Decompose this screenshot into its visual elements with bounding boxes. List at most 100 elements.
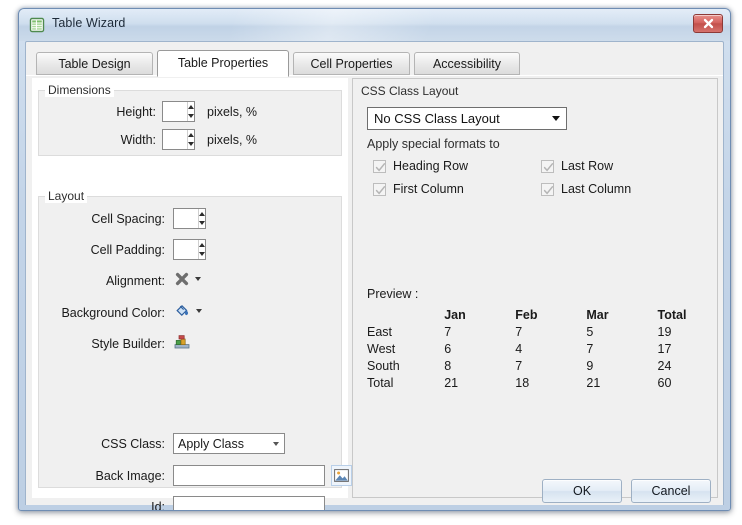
table-cell: Total [367,376,394,390]
height-stepper[interactable] [162,101,195,122]
checkbox-box [541,159,554,173]
height-stepper-buttons[interactable] [187,102,194,121]
chevron-up-icon [199,211,205,216]
back-image-input[interactable] [173,465,325,486]
chevron-down-icon [273,441,279,446]
ok-button[interactable]: OK [542,479,622,503]
table-document-icon [29,17,45,33]
table-cell: 21 [444,376,459,390]
tab-cell-properties[interactable]: Cell Properties [293,52,410,75]
width-increment-button[interactable] [188,130,194,140]
chevron-down-icon [188,114,194,119]
style-builder-icon [174,335,190,349]
chevron-up-icon [188,132,194,137]
checkmark-icon [375,185,386,195]
table-row: West 6 4 7 17 [367,341,717,358]
table-cell: 19 [657,325,672,339]
dimensions-group: Dimensions Height: pixels, % Width: pixe… [38,83,342,156]
checkbox-first-column[interactable]: First Column [373,182,464,196]
dimensions-group-label: Dimensions [45,83,114,97]
browse-back-image-button[interactable] [331,465,352,486]
checkbox-label: Last Row [561,159,614,173]
table-properties-left-pane: Dimensions Height: pixels, % Width: pixe… [32,78,352,510]
table-cell: 9 [586,359,594,373]
table-cell: 7 [515,325,523,339]
cell-padding-stepper[interactable] [173,239,206,260]
table-header-cell: Feb [515,308,538,322]
cell-padding-stepper-buttons[interactable] [198,240,205,259]
checkbox-box [541,182,554,196]
checkbox-label: Last Column [561,182,632,196]
checkbox-last-row[interactable]: Last Row [541,159,613,173]
desktop-background: Table Wizard Table Design Table Properti… [0,0,742,525]
cell-spacing-increment-button[interactable] [199,209,205,219]
table-cell: 17 [657,342,672,356]
table-row: South 8 7 9 24 [367,358,717,375]
checkbox-heading-row[interactable]: Heading Row [373,159,468,173]
checkbox-box [373,182,386,196]
tab-table-design[interactable]: Table Design [36,52,153,75]
table-row: East 7 7 5 19 [367,324,717,341]
height-decrement-button[interactable] [188,112,194,122]
cell-spacing-label: Cell Spacing: [91,212,165,226]
table-cell: 7 [444,325,452,339]
back-image-label: Back Image: [95,469,165,483]
alignment-none-icon [175,272,189,286]
window-titlebar[interactable]: Table Wizard [19,9,730,41]
table-cell: West [367,342,396,356]
tab-accessibility[interactable]: Accessibility [414,52,520,75]
chevron-down-icon [196,308,202,313]
preview-table: Jan Feb Mar Total East 7 7 5 19 West 6 4… [367,307,717,392]
table-cell: 21 [586,376,601,390]
table-cell: 60 [657,376,672,390]
width-stepper[interactable] [162,129,195,150]
alignment-picker[interactable] [174,271,201,287]
css-class-layout-dropdown-button[interactable] [546,108,566,129]
picture-browse-icon [334,469,349,482]
chevron-up-icon [199,242,205,247]
chevron-down-icon [188,142,194,147]
chevron-down-icon [199,221,205,226]
close-icon [703,18,713,29]
css-class-layout-selected-value: No CSS Class Layout [374,111,500,126]
height-input[interactable] [163,102,187,121]
css-class-dropdown-button[interactable] [268,434,284,453]
tabstrip-divider [26,75,723,76]
table-header-cell: Jan [444,308,466,322]
table-cell: East [367,325,393,339]
chevron-down-icon [552,116,560,121]
checkmark-icon [543,162,554,172]
css-class-layout-select[interactable]: No CSS Class Layout [367,107,567,130]
css-class-selected-value: Apply Class [178,436,244,451]
checkbox-label: First Column [393,182,464,196]
cell-padding-decrement-button[interactable] [199,250,205,260]
cancel-button[interactable]: Cancel [631,479,711,503]
height-increment-button[interactable] [188,102,194,112]
cell-spacing-decrement-button[interactable] [199,219,205,229]
tabstrip: Table Design Table Properties Cell Prope… [26,50,723,77]
cell-spacing-stepper[interactable] [173,208,206,229]
cell-spacing-input[interactable] [174,209,198,228]
width-input[interactable] [163,130,187,149]
preview-label: Preview : [367,287,419,301]
css-class-label: CSS Class: [101,437,165,451]
cell-padding-increment-button[interactable] [199,240,205,250]
chevron-down-icon [199,252,205,257]
style-builder-button[interactable] [173,333,191,351]
close-window-button[interactable] [693,14,723,33]
tab-table-properties[interactable]: Table Properties [157,50,289,77]
cell-padding-input[interactable] [174,240,198,259]
cell-spacing-stepper-buttons[interactable] [198,209,205,228]
checkmark-icon [543,185,554,195]
css-class-select[interactable]: Apply Class [173,433,285,454]
width-stepper-buttons[interactable] [187,130,194,149]
chevron-down-icon [195,277,201,281]
id-input[interactable] [173,496,325,510]
dialog-client-area: Table Design Table Properties Cell Prope… [25,41,724,510]
background-color-picker[interactable] [174,302,202,319]
table-wizard-dialog: Table Wizard Table Design Table Properti… [18,8,731,511]
css-class-layout-pane: CSS Class Layout No CSS Class Layout App… [352,78,718,498]
table-cell: 5 [586,325,594,339]
checkbox-last-column[interactable]: Last Column [541,182,631,196]
width-decrement-button[interactable] [188,140,194,150]
